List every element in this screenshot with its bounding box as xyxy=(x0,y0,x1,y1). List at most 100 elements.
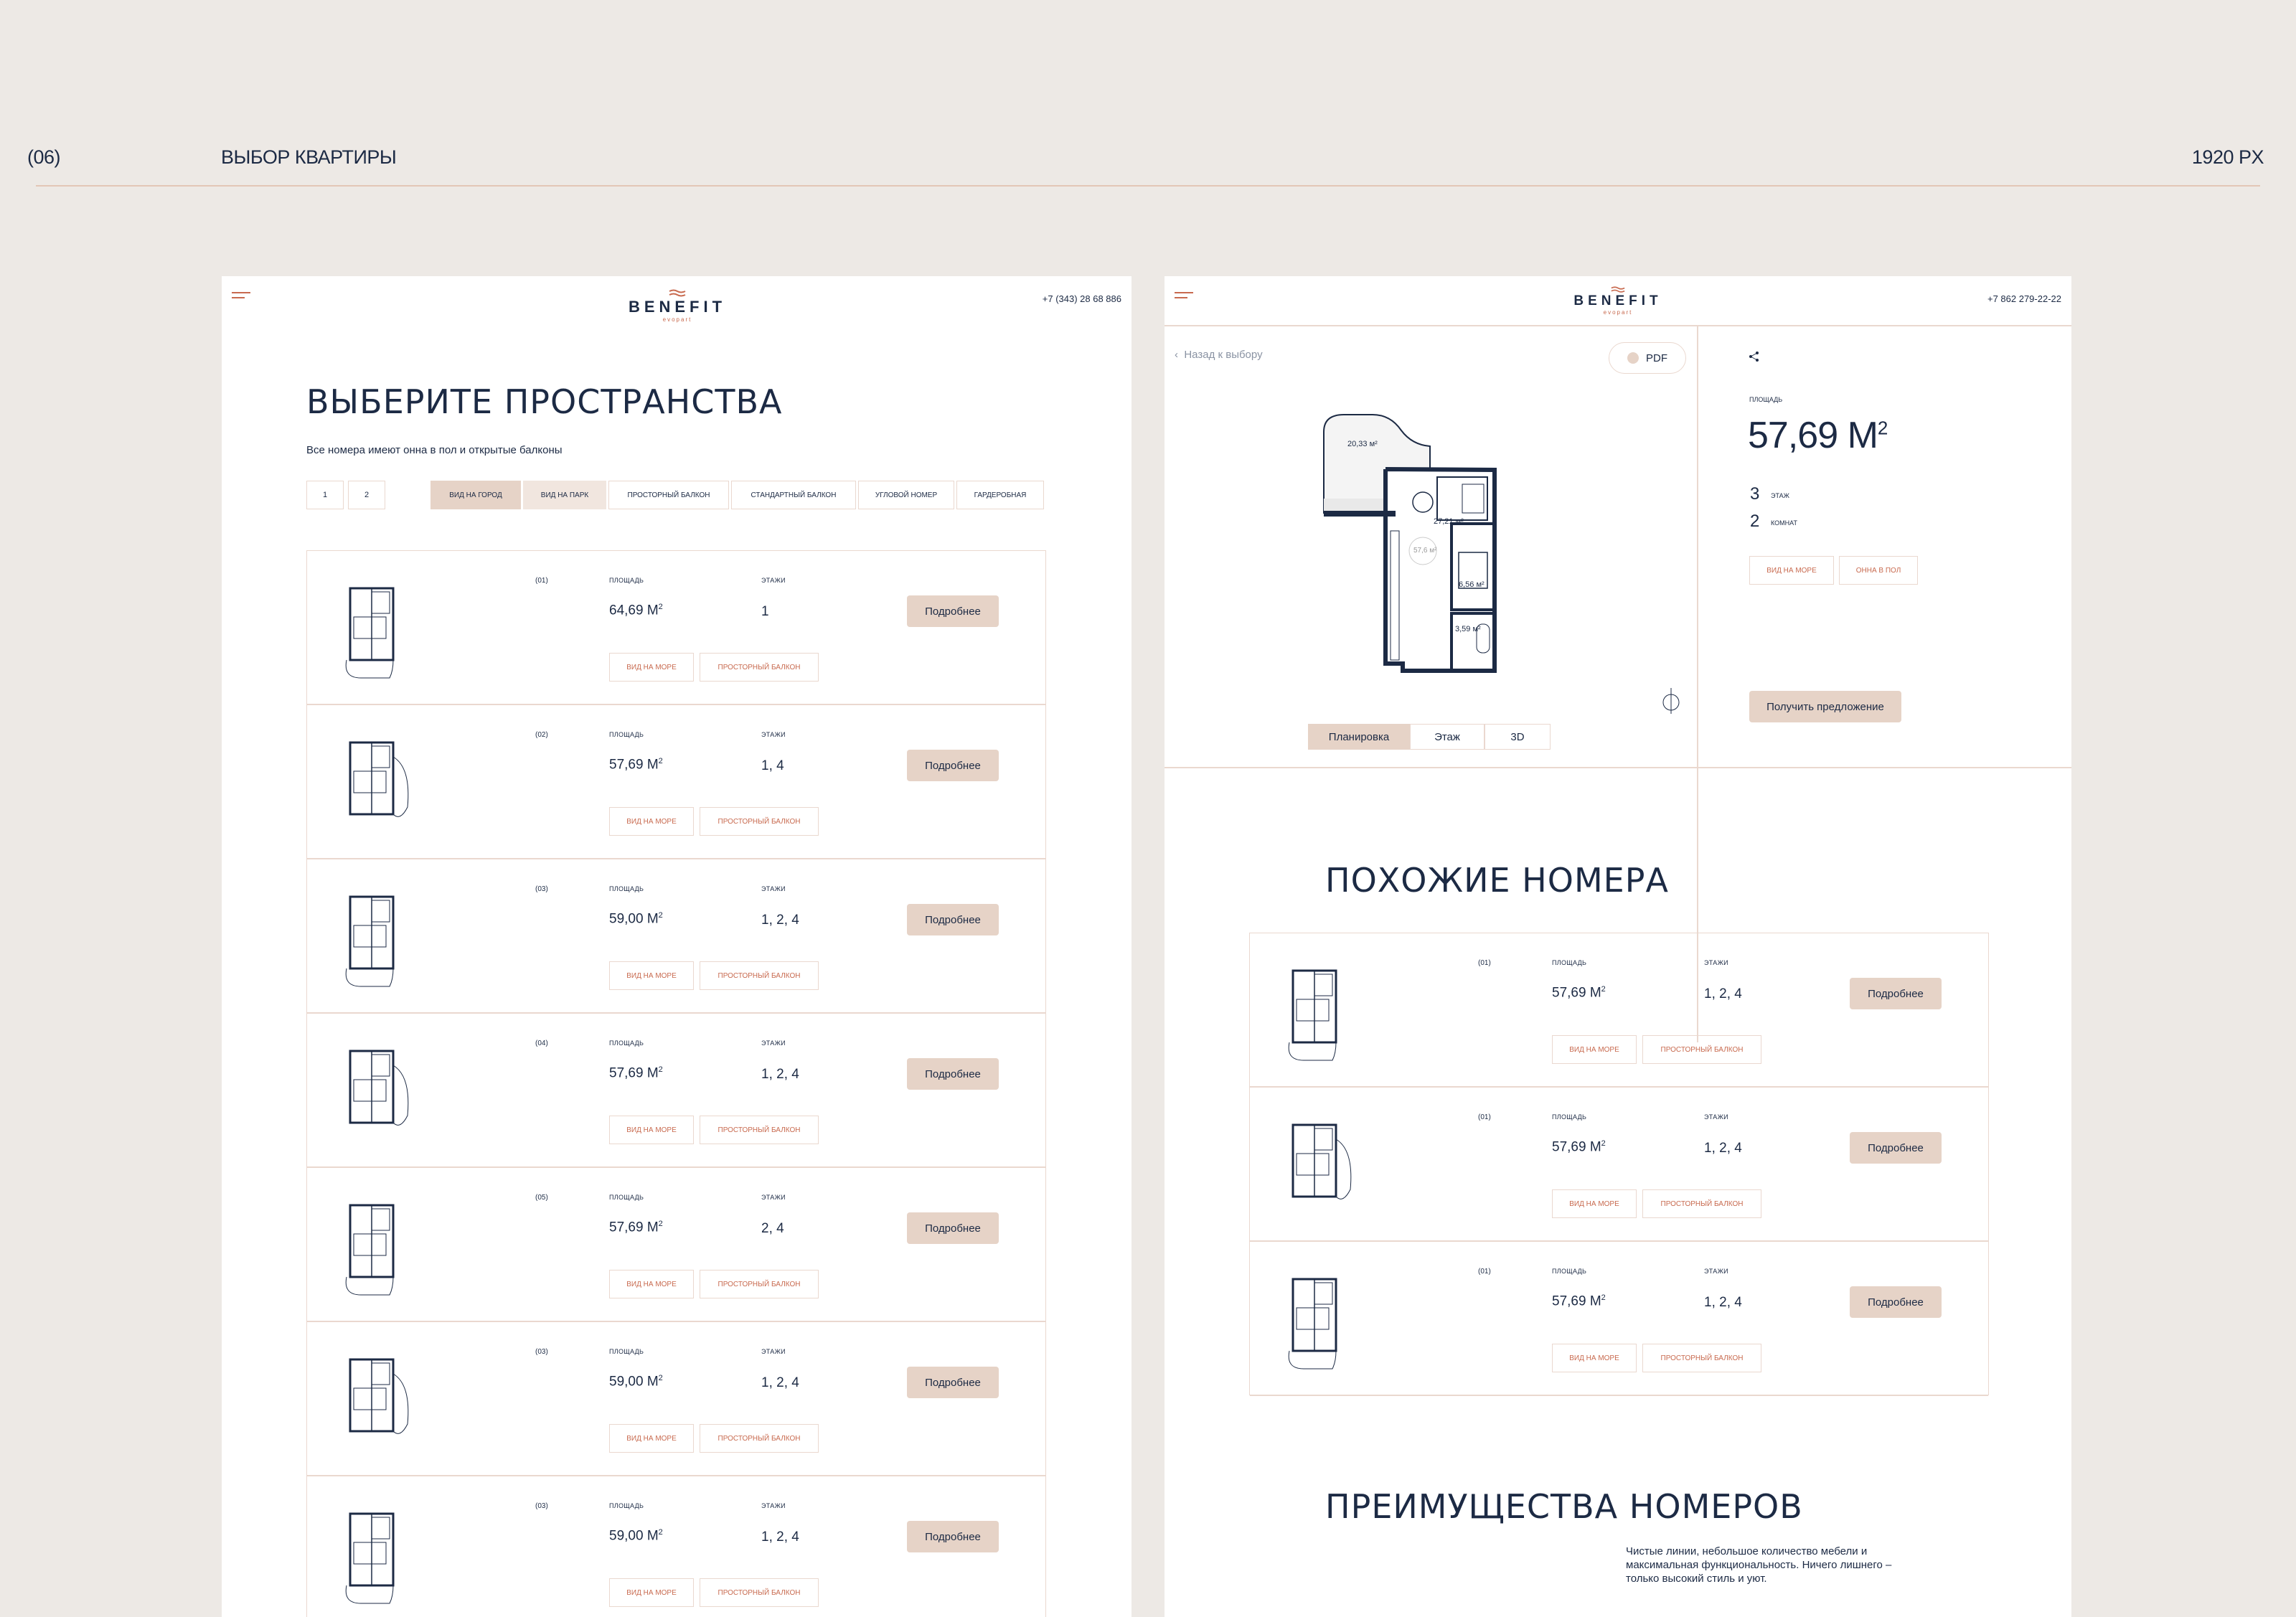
apartment-row[interactable]: (05) ПЛОЩАДЬ 57,69 М2 ЭТАЖИ 2, 4 ВИД НА … xyxy=(307,1168,1045,1322)
apartment-row[interactable]: (01) ПЛОЩАДЬ 57,69 М2 ЭТАЖИ 1, 2, 4 ВИД … xyxy=(1250,1088,1988,1242)
apartment-row[interactable]: (03) ПЛОЩАДЬ 59,00 М2 ЭТАЖИ 1, 2, 4 ВИД … xyxy=(307,1322,1045,1476)
apartment-index: (03) xyxy=(535,1502,548,1510)
tag-sea-view: ВИД НА МОРЕ xyxy=(609,1578,694,1607)
logo-wave-icon xyxy=(669,289,686,297)
details-button[interactable]: Подробнее xyxy=(1850,1132,1942,1164)
floors-label: ЭТАЖИ xyxy=(761,1040,786,1047)
tag-spacious-balcony: ПРОСТОРНЫЙ БАЛКОН xyxy=(1642,1189,1761,1218)
brand-name: BENEFIT xyxy=(1573,293,1662,308)
details-button[interactable]: Подробнее xyxy=(907,1367,999,1398)
tag-sea-view: ВИД НА МОРЕ xyxy=(609,1424,694,1453)
apartment-index: (01) xyxy=(1478,1113,1491,1121)
brand-logo[interactable]: BENEFIT evopart xyxy=(609,289,745,323)
floors-label: ЭТАЖИ xyxy=(761,1348,786,1355)
brand-sub: evopart xyxy=(662,316,692,323)
floor-plan-drawing: 20,33 м² 27,21 м² 57,6 м² 6,56 м² 3,59 м… xyxy=(1323,414,1497,673)
apartment-list: (01) ПЛОЩАДЬ 64,69 М2 ЭТАЖИ 1 ВИД НА МОР… xyxy=(306,550,1046,1617)
tag-sea-view: ВИД НА МОРЕ xyxy=(609,961,694,990)
section-title: ВЫБОР КВАРТИРЫ xyxy=(221,146,397,168)
apartment-index: (03) xyxy=(535,885,548,893)
page-subtitle: Все номера имеют онна в пол и открытые б… xyxy=(306,444,563,456)
area-value: 57,69 М2 xyxy=(1748,415,1888,456)
tag-spacious-balcony: ПРОСТОРНЫЙ БАЛКОН xyxy=(700,961,819,990)
filter-city-view[interactable]: ВИД НА ГОРОД xyxy=(430,481,521,509)
share-icon[interactable] xyxy=(1749,351,1760,362)
plan-label-living: 27,21 м² xyxy=(1434,517,1464,526)
area-label: ПЛОЩАДЬ xyxy=(609,1040,644,1047)
tag-sea-view: ВИД НА МОРЕ xyxy=(1552,1035,1637,1064)
apartment-plan-thumbnail xyxy=(349,1050,409,1126)
area-value: 59,00 М2 xyxy=(609,1528,663,1544)
apartment-row[interactable]: (01) ПЛОЩАДЬ 57,69 М2 ЭТАЖИ 1, 2, 4 ВИД … xyxy=(1250,933,1988,1088)
floors-value: 1, 2, 4 xyxy=(1704,986,1742,1001)
filter-spacious-balcony[interactable]: ПРОСТОРНЫЙ БАЛКОН xyxy=(608,481,729,509)
logo-wave-icon xyxy=(1611,286,1625,293)
details-button[interactable]: Подробнее xyxy=(907,1058,999,1090)
brand-logo[interactable]: BENEFIT evopart xyxy=(1550,286,1686,316)
plan-thumbnail xyxy=(1271,956,1358,1067)
details-button[interactable]: Подробнее xyxy=(907,1521,999,1552)
tag-sea-view: ВИД НА МОРЕ xyxy=(609,1116,694,1144)
details-button[interactable]: Подробнее xyxy=(907,1212,999,1244)
tag-spacious-balcony: ПРОСТОРНЫЙ БАЛКОН xyxy=(700,653,819,682)
chevron-left-icon: ‹ xyxy=(1175,349,1185,361)
page-2-button[interactable]: 2 xyxy=(348,481,385,509)
plan-thumbnail xyxy=(329,1191,415,1302)
apartment-row[interactable]: (01) ПЛОЩАДЬ 64,69 М2 ЭТАЖИ 1 ВИД НА МОР… xyxy=(307,551,1045,705)
page-1-button[interactable]: 1 xyxy=(306,481,344,509)
back-link[interactable]: ‹ Назад к выбору xyxy=(1175,349,1263,361)
apartment-plan-thumbnail xyxy=(349,741,409,817)
apartment-index: (01) xyxy=(535,577,548,585)
tab-floor[interactable]: Этаж xyxy=(1410,724,1485,750)
apartment-index: (01) xyxy=(1478,1268,1491,1276)
filter-wardrobe[interactable]: ГАРДЕРОБНАЯ xyxy=(956,481,1044,509)
pdf-button[interactable]: PDF xyxy=(1609,342,1686,374)
floors-value: 1, 2, 4 xyxy=(761,1067,799,1082)
apartment-row[interactable]: (02) ПЛОЩАДЬ 57,69 М2 ЭТАЖИ 1, 4 ВИД НА … xyxy=(307,705,1045,859)
floors-value: 1, 2, 4 xyxy=(761,913,799,928)
floors-value: 2, 4 xyxy=(761,1221,784,1236)
tag-spacious-balcony: ПРОСТОРНЫЙ БАЛКОН xyxy=(700,1116,819,1144)
floor-count: 3 xyxy=(1750,484,1760,504)
area-label: ПЛОЩАДЬ xyxy=(609,731,644,738)
phone-link[interactable]: +7 862 279-22-22 xyxy=(1987,293,2061,304)
filter-park-view[interactable]: ВИД НА ПАРК xyxy=(523,481,606,509)
details-button[interactable]: Подробнее xyxy=(907,904,999,935)
plan-thumbnail xyxy=(329,882,415,994)
area-label: ПЛОЩАДЬ xyxy=(1552,959,1587,966)
area-value: 57,69 М2 xyxy=(609,1065,663,1081)
info-divider xyxy=(1697,767,2071,768)
area-value: 59,00 М2 xyxy=(609,911,663,927)
menu-icon[interactable] xyxy=(1175,292,1193,302)
details-button[interactable]: Подробнее xyxy=(907,750,999,781)
tag-spacious-balcony: ПРОСТОРНЫЙ БАЛКОН xyxy=(1642,1344,1761,1372)
floors-value: 1, 2, 4 xyxy=(761,1529,799,1545)
area-label: ПЛОЩАДЬ xyxy=(609,1348,644,1355)
filter-corner-room[interactable]: УГЛОВОЙ НОМЕР xyxy=(858,481,954,509)
apartment-row[interactable]: (01) ПЛОЩАДЬ 57,69 М2 ЭТАЖИ 1, 2, 4 ВИД … xyxy=(1250,1242,1988,1396)
tag-spacious-balcony: ПРОСТОРНЫЙ БАЛКОН xyxy=(1642,1035,1761,1064)
apartment-row[interactable]: (03) ПЛОЩАДЬ 59,00 М2 ЭТАЖИ 1, 2, 4 ВИД … xyxy=(307,859,1045,1014)
details-button[interactable]: Подробнее xyxy=(907,595,999,627)
tab-3d[interactable]: 3D xyxy=(1485,724,1551,750)
floors-value: 1, 4 xyxy=(761,758,784,773)
apartment-index: (04) xyxy=(535,1040,548,1047)
floors-label: ЭТАЖИ xyxy=(1704,1113,1728,1121)
filter-standard-balcony[interactable]: СТАНДАРТНЫЙ БАЛКОН xyxy=(731,481,856,509)
tab-plan[interactable]: Планировка xyxy=(1308,724,1410,750)
tag-spacious-balcony: ПРОСТОРНЫЙ БАЛКОН xyxy=(700,1270,819,1298)
get-offer-button[interactable]: Получить предложение xyxy=(1749,691,1901,722)
apartment-plan-thumbnail xyxy=(349,1358,409,1434)
details-button[interactable]: Подробнее xyxy=(1850,978,1942,1009)
tag-sea-view: ВИД НА МОРЕ xyxy=(609,807,694,836)
floors-label: ЭТАЖИ xyxy=(1704,959,1728,966)
apartment-row[interactable]: (03) ПЛОЩАДЬ 59,00 М2 ЭТАЖИ 1, 2, 4 ВИД … xyxy=(307,1476,1045,1617)
menu-icon[interactable] xyxy=(232,292,250,302)
apartment-row[interactable]: (04) ПЛОЩАДЬ 57,69 М2 ЭТАЖИ 1, 2, 4 ВИД … xyxy=(307,1014,1045,1168)
details-button[interactable]: Подробнее xyxy=(1850,1286,1942,1318)
plan-thumbnail xyxy=(329,1037,415,1148)
floor-label: ЭТАЖ xyxy=(1771,492,1789,499)
area-value: 57,69 М2 xyxy=(1552,1139,1606,1155)
phone-link[interactable]: +7 (343) 28 68 886 xyxy=(1043,293,1121,304)
apartment-plan-thumbnail xyxy=(345,1204,395,1296)
